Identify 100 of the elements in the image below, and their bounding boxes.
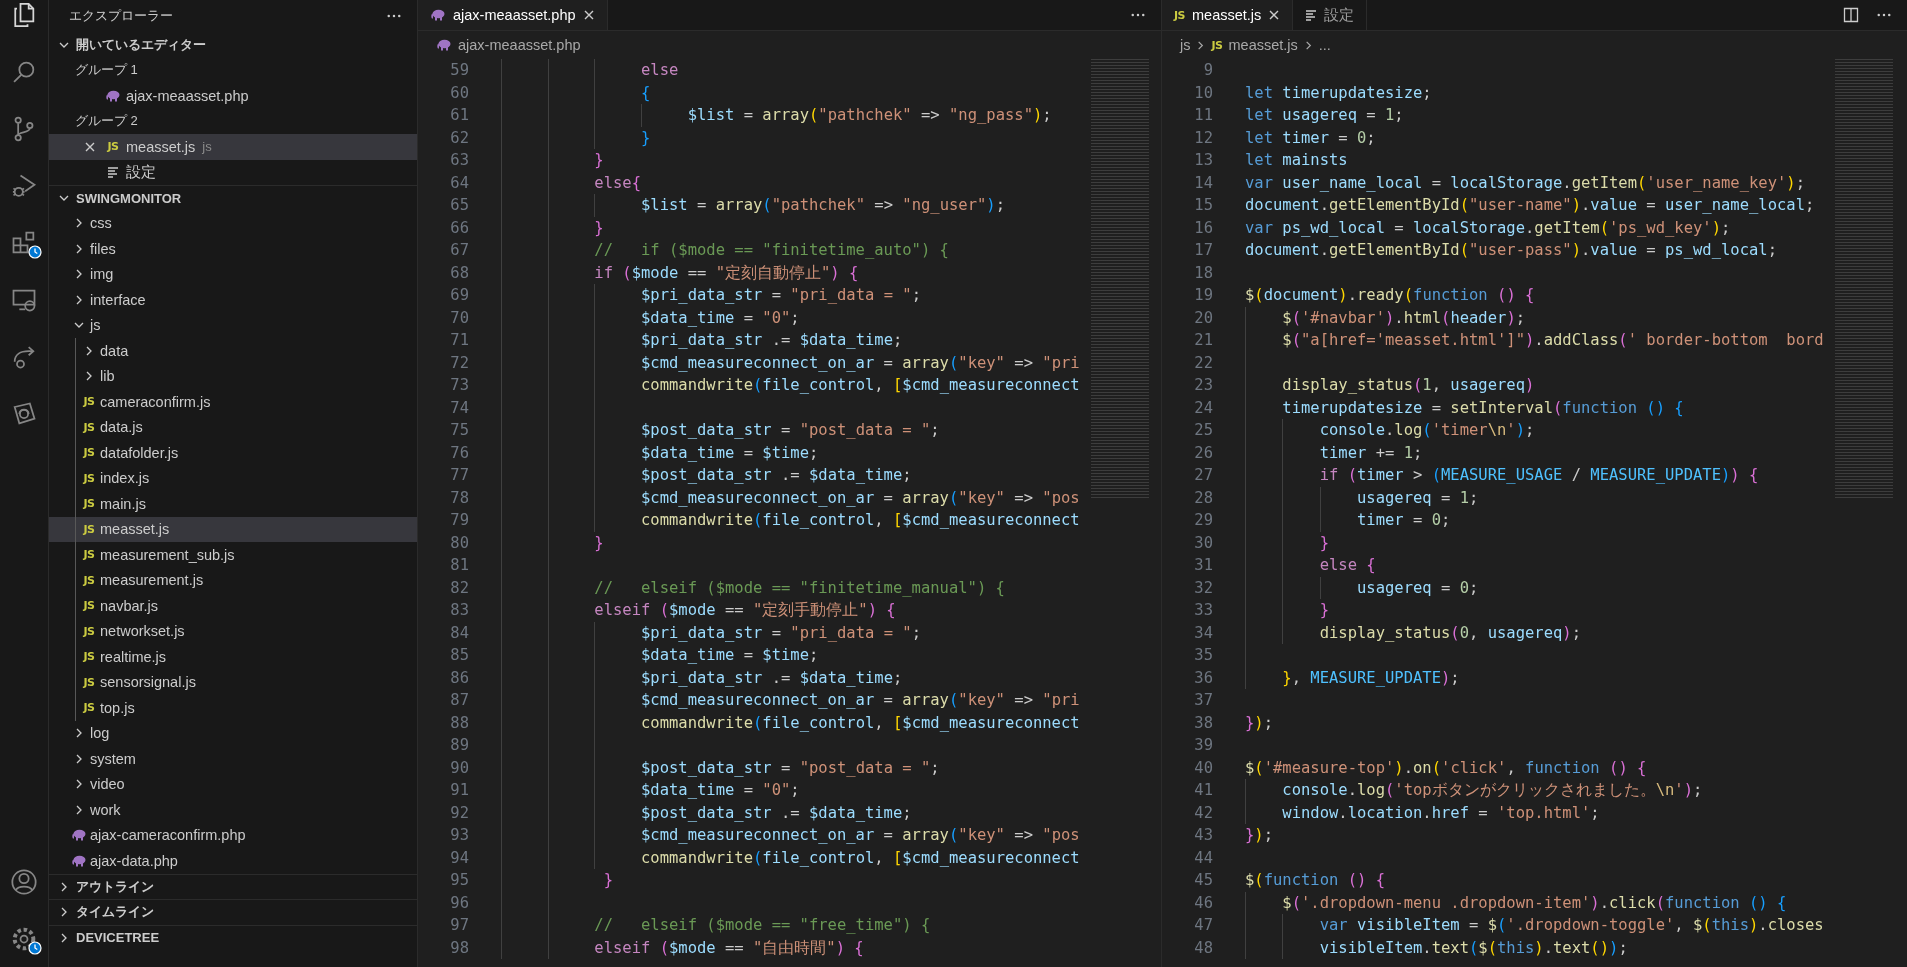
line-number: 37 (1193, 690, 1213, 711)
tree-item[interactable]: interface (49, 287, 417, 313)
more-icon[interactable] (1131, 13, 1145, 17)
tree-item[interactable]: JS realtime.js (49, 644, 417, 670)
line-number: 23 (1193, 375, 1213, 396)
editor-tab[interactable]: 設定 (1293, 0, 1368, 30)
code-line: let usagereq = 1; (1245, 106, 1404, 124)
line-number: 33 (1193, 600, 1213, 621)
tree-item[interactable]: ajax-cameraconfirm.php (49, 822, 417, 848)
line-number: 40 (1193, 757, 1213, 779)
code-line: // elseif ($mode == "finitetime_manual") { (594, 578, 1005, 597)
code-line: $data_time = "0"; (641, 308, 800, 327)
sidebar-title: エクスプローラー (69, 7, 173, 25)
more-icon[interactable] (1877, 13, 1891, 17)
tree-item[interactable]: video (49, 771, 417, 797)
line-number: 67 (449, 240, 469, 261)
tree-item[interactable]: JS main.js (49, 491, 417, 517)
code-line: $pri_data_str .= $data_time; (641, 668, 903, 687)
open-editor-item[interactable]: 設定 (49, 159, 417, 185)
section-header[interactable]: アウトライン (49, 873, 417, 899)
editor-tab[interactable]: JS measset.js (1162, 0, 1294, 30)
line-number: 48 (1193, 937, 1213, 959)
open-editor-item[interactable]: JS measset.js js (49, 134, 417, 160)
tree-item[interactable]: img (49, 261, 417, 287)
split-editor-icon[interactable] (1843, 7, 1859, 23)
tree-item[interactable]: data (49, 338, 417, 364)
code-line: $(document).ready(function () { (1245, 286, 1535, 304)
tree-item[interactable]: work (49, 797, 417, 823)
tree-item[interactable]: JS measurement_sub.js (49, 542, 417, 568)
line-number: 59 (449, 60, 469, 81)
code-line: } (603, 871, 613, 889)
line-number: 74 (449, 397, 469, 419)
breadcrumb-item[interactable]: JS measset.js (1211, 37, 1298, 53)
section-header[interactable]: SWINGMONITOR (49, 185, 417, 211)
line-number: 92 (449, 802, 469, 824)
tree-item[interactable]: JS measset.js (49, 516, 417, 542)
elephant-icon (71, 854, 87, 867)
group-label: グループ 1 (75, 61, 138, 80)
line-number: 43 (1193, 825, 1213, 846)
open-editor-item[interactable]: ajax-meaasset.php (49, 83, 417, 109)
line-number: 18 (1193, 262, 1213, 284)
code-line: else{ (594, 173, 641, 192)
line-number: 71 (449, 330, 469, 351)
code-line: usagereq = 0; (1357, 578, 1479, 597)
code-line: $(function () { (1245, 871, 1385, 889)
line-number: 75 (449, 420, 469, 441)
more-icon[interactable] (387, 14, 401, 18)
tree-item[interactable]: JS cameraconfirm.js (49, 389, 417, 415)
breadcrumb-item[interactable]: ... (1318, 37, 1331, 53)
line-number: 64 (449, 172, 469, 194)
line-number: 21 (1193, 330, 1213, 351)
code-line: $cmd_measureconnect_on_ar = array("key" => "pos (641, 488, 1080, 507)
code-line: $list = array("pathchek" => "ng_pass"); (687, 106, 1052, 124)
code-line: console.log('topボタンがクリックされました。\n'); (1282, 781, 1703, 799)
line-number: 9 (1202, 60, 1213, 81)
tree-item[interactable]: css (49, 210, 417, 236)
tree-item[interactable]: ajax-data.php (49, 848, 417, 874)
close-icon[interactable] (1268, 9, 1281, 21)
tree-item[interactable]: JS measurement.js (49, 567, 417, 593)
breadcrumb-item[interactable]: js (1180, 37, 1191, 53)
line-number: 30 (1193, 532, 1213, 554)
line-number: 12 (1193, 127, 1213, 149)
code-line: }); (1245, 713, 1274, 732)
js-file-icon: JS (83, 625, 95, 637)
tree-item[interactable]: log (49, 720, 417, 746)
section-header[interactable]: 開いているエディター (49, 32, 417, 58)
code-line: } (1319, 533, 1329, 552)
line-number: 38 (1193, 712, 1213, 734)
code-line: $post_data_str = "post_data = "; (641, 758, 940, 777)
tree-item[interactable]: JS index.js (49, 465, 417, 491)
close-icon[interactable] (84, 140, 96, 153)
code-line: $pri_data_str .= $data_time; (641, 331, 903, 349)
tree-item[interactable]: js (49, 312, 417, 338)
code-line: $pri_data_str = "pri_data = "; (641, 623, 921, 642)
section-header[interactable]: タイムライン (49, 899, 417, 925)
line-number: 85 (449, 645, 469, 666)
line-number: 77 (449, 465, 469, 486)
tree-item[interactable]: JS navbar.js (49, 593, 417, 619)
line-number: 95 (449, 870, 469, 891)
tree-item[interactable]: JS data.js (49, 414, 417, 440)
tree-item[interactable]: JS datafolder.js (49, 440, 417, 466)
tree-item[interactable]: JS top.js (49, 695, 417, 721)
code-line: } (1319, 601, 1329, 619)
tree-item[interactable]: JS sensorsignal.js (49, 669, 417, 695)
js-file-icon: JS (83, 523, 95, 535)
tree-item[interactable]: lib (49, 363, 417, 389)
tree-item[interactable]: system (49, 746, 417, 772)
account-icon[interactable] (10, 867, 38, 896)
line-number: 97 (449, 915, 469, 936)
tree-item[interactable]: JS networkset.js (49, 618, 417, 644)
line-number: 10 (1193, 82, 1213, 104)
code-line: elseif ($mode == "定刻手動停止") { (594, 601, 896, 619)
close-icon[interactable] (582, 9, 595, 21)
editor-tab[interactable]: ajax-meaasset.php (418, 0, 608, 30)
code-line: $data_time = "0"; (641, 781, 800, 799)
code-line: // if ($mode == "finitetime_auto") { (594, 241, 949, 259)
breadcrumb-item[interactable]: ajax-meaasset.php (436, 37, 581, 53)
section-header[interactable]: DEVICETREE (49, 924, 417, 950)
tree-item[interactable]: files (49, 236, 417, 262)
js-file-icon: JS (1211, 39, 1223, 51)
